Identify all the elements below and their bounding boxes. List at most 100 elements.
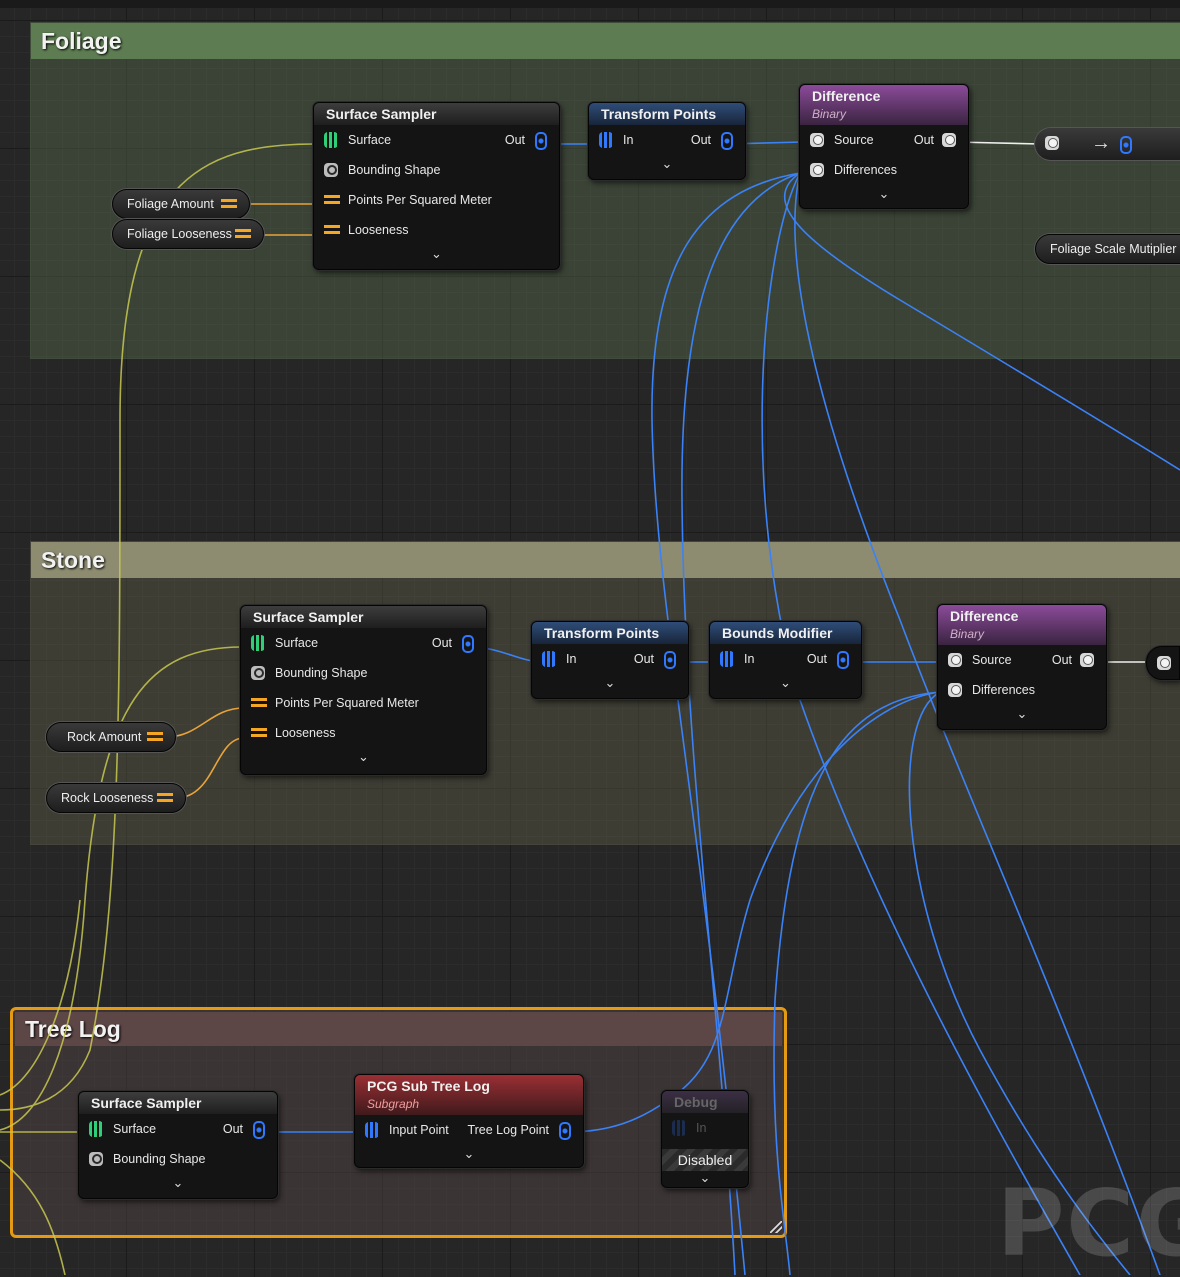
node-title: Difference	[950, 608, 1019, 624]
out-pin-label: Out	[431, 636, 452, 650]
graph-top-bar	[0, 0, 1180, 8]
node-title: Difference	[812, 88, 881, 104]
bounding-shape-label: Bounding Shape	[275, 666, 368, 680]
expand-chevron-icon[interactable]: ⌄	[938, 705, 1106, 725]
pcg-sub-tree-log-node[interactable]: PCG Sub Tree Log Subgraph Input Point Tr…	[354, 1074, 584, 1168]
rock-looseness-variable[interactable]: Rock Looseness	[46, 783, 186, 813]
node-title: Bounds Modifier	[710, 622, 861, 644]
out-pin-label: Out	[806, 652, 827, 666]
node-title: Surface Sampler	[241, 606, 486, 628]
foliage-amount-variable[interactable]: Foliage Amount	[112, 189, 250, 219]
float-pin-icon[interactable]	[251, 698, 267, 708]
source-pin-label: Source	[834, 133, 874, 147]
expand-chevron-icon[interactable]: ⌄	[589, 155, 745, 175]
spatial-pin-icon[interactable]	[948, 653, 962, 667]
comment-title-stone[interactable]: Stone	[31, 542, 1180, 578]
foliage-difference-node[interactable]: Difference Binary Source Out Differences…	[799, 84, 969, 209]
shape-pin-icon[interactable]	[251, 666, 265, 680]
out-pin-label: Out	[913, 133, 934, 147]
shape-pin-icon[interactable]	[324, 163, 338, 177]
spatial-pin-icon[interactable]	[1157, 656, 1171, 670]
expand-chevron-icon[interactable]: ⌄	[314, 245, 559, 265]
comment-title-tree-log[interactable]: Tree Log	[15, 1012, 782, 1046]
stone-bounds-modifier-node[interactable]: Bounds Modifier In Out ⌄	[709, 621, 862, 699]
expand-chevron-icon[interactable]: ⌄	[79, 1174, 277, 1194]
float-pin-icon[interactable]	[147, 732, 163, 742]
float-pin-icon[interactable]	[235, 229, 251, 239]
points-pin-icon[interactable]	[599, 132, 613, 148]
node-title: PCG Sub Tree Log	[367, 1078, 490, 1094]
in-pin-label: In	[623, 133, 634, 147]
surface-pin-label: Surface	[348, 133, 392, 147]
float-pin-icon[interactable]	[157, 793, 173, 803]
expand-chevron-icon[interactable]: ⌄	[532, 674, 688, 694]
float-pin-icon[interactable]	[251, 728, 267, 738]
foliage-looseness-variable[interactable]: Foliage Looseness	[112, 219, 264, 249]
points-pin-icon[interactable]	[672, 1120, 686, 1136]
surface-pin-icon[interactable]	[251, 635, 265, 651]
expand-chevron-icon[interactable]: ⌄	[710, 674, 861, 694]
out-pin-label: Out	[504, 133, 525, 147]
looseness-label: Looseness	[348, 223, 409, 237]
points-pin-icon[interactable]	[365, 1122, 379, 1138]
rock-amount-variable[interactable]: Rock Amount	[46, 722, 176, 752]
foliage-amount-label: Foliage Amount	[127, 197, 214, 211]
resize-grip-icon[interactable]	[770, 1221, 782, 1233]
float-pin-icon[interactable]	[324, 195, 340, 205]
bounding-shape-label: Bounding Shape	[113, 1152, 206, 1166]
spatial-pin-icon[interactable]	[948, 683, 962, 697]
float-pin-icon[interactable]	[221, 199, 237, 209]
surface-pin-label: Surface	[275, 636, 319, 650]
expand-chevron-icon[interactable]: ⌄	[662, 1169, 748, 1187]
node-subtitle: Binary	[812, 107, 847, 121]
convert-node[interactable]: →	[1035, 128, 1180, 160]
node-title: Surface Sampler	[314, 103, 559, 125]
foliage-transform-points-node[interactable]: Transform Points In Out ⌄	[588, 102, 746, 180]
stone-difference-node[interactable]: Difference Binary Source Out Differences…	[937, 604, 1107, 730]
foliage-scale-label: Foliage Scale Mutiplier	[1050, 242, 1177, 256]
expand-chevron-icon[interactable]: ⌄	[241, 748, 486, 768]
node-title: Debug	[662, 1091, 748, 1113]
points-pin-icon[interactable]	[559, 1122, 571, 1140]
stone-transform-points-node[interactable]: Transform Points In Out ⌄	[531, 621, 689, 699]
points-pin-icon[interactable]	[720, 651, 734, 667]
spatial-pin-icon[interactable]	[810, 163, 824, 177]
points-pin-icon[interactable]	[837, 651, 849, 669]
points-pin-icon[interactable]	[542, 651, 556, 667]
expand-chevron-icon[interactable]: ⌄	[800, 185, 968, 205]
node-header: PCG Sub Tree Log Subgraph	[355, 1075, 583, 1115]
float-pin-icon[interactable]	[324, 225, 340, 235]
surface-pin-label: Surface	[113, 1122, 157, 1136]
out-pin-label: Out	[1051, 653, 1072, 667]
points-pin-icon[interactable]	[535, 132, 547, 150]
disabled-state-banner: Disabled	[662, 1149, 748, 1171]
out-pin-label: Out	[633, 652, 654, 666]
spatial-pin-icon[interactable]	[942, 133, 956, 147]
points-pin-icon[interactable]	[462, 635, 474, 653]
out-pin-label: Out	[690, 133, 711, 147]
node-header: Difference Binary	[938, 605, 1106, 645]
stone-surface-sampler-node[interactable]: Surface Sampler Surface Out Bounding Sha…	[240, 605, 487, 775]
pcg-watermark: PCG	[997, 1170, 1180, 1277]
shape-pin-icon[interactable]	[89, 1152, 103, 1166]
surface-pin-icon[interactable]	[324, 132, 338, 148]
points-pin-icon[interactable]	[721, 132, 733, 150]
expand-chevron-icon[interactable]: ⌄	[355, 1145, 583, 1165]
rock-amount-label: Rock Amount	[67, 730, 142, 744]
foliage-scale-variable[interactable]: Foliage Scale Mutiplier	[1035, 234, 1180, 264]
spatial-pin-icon[interactable]	[1080, 653, 1094, 667]
foliage-surface-sampler-node[interactable]: Surface Sampler Surface Out Bounding Sha…	[313, 102, 560, 270]
comment-title-foliage[interactable]: Foliage	[31, 23, 1180, 59]
spatial-pin-icon[interactable]	[1045, 136, 1059, 150]
surface-pin-icon[interactable]	[89, 1121, 103, 1137]
points-pin-icon[interactable]	[1120, 136, 1132, 154]
points-pin-icon[interactable]	[253, 1121, 265, 1139]
tree-log-surface-sampler-node[interactable]: Surface Sampler Surface Out Bounding Sha…	[78, 1091, 278, 1199]
points-pin-icon[interactable]	[664, 651, 676, 669]
spatial-pin-icon[interactable]	[810, 133, 824, 147]
in-pin-label: In	[744, 652, 755, 666]
stone-convert-node[interactable]	[1146, 646, 1180, 680]
debug-node[interactable]: Debug In Disabled ⌄	[661, 1090, 749, 1188]
node-subtitle: Subgraph	[367, 1097, 420, 1111]
points-per-sqm-label: Points Per Squared Meter	[348, 193, 492, 207]
